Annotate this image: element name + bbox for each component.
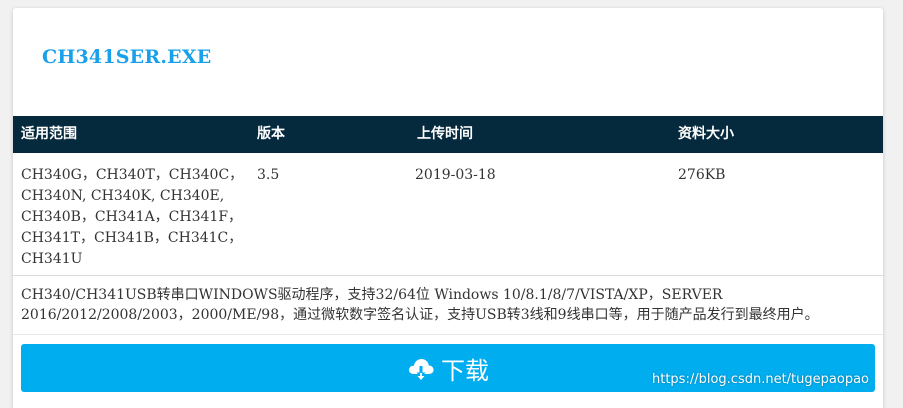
description-section: CH340/CH341USB转串口WINDOWS驱动程序，支持32/64位 Wi… — [13, 276, 883, 335]
cloud-download-icon — [407, 355, 435, 381]
download-label: 下载 — [441, 356, 489, 385]
watermark-url: https://blog.csdn.net/tugepaopao — [652, 372, 869, 387]
table-row: CH340G，CH340T，CH340C，CH340N, CH340K, CH3… — [13, 153, 883, 276]
cell-version: 3.5 — [257, 167, 280, 183]
cell-models: CH340G，CH340T，CH340C，CH340N, CH340K, CH3… — [21, 167, 244, 267]
cell-upload-date: 2019-03-18 — [415, 167, 496, 183]
file-title[interactable]: CH341SER.EXE — [42, 46, 211, 68]
header-upload-time: 上传时间 — [417, 126, 473, 142]
description-text: CH340/CH341USB转串口WINDOWS驱动程序，支持32/64位 Wi… — [21, 287, 819, 323]
header-scope: 适用范围 — [21, 126, 77, 142]
table-header: 适用范围 版本 上传时间 资料大小 — [13, 116, 883, 153]
header-version: 版本 — [257, 126, 285, 142]
cell-size: 276KB — [678, 167, 726, 183]
header-size: 资料大小 — [678, 126, 734, 142]
driver-card: CH341SER.EXE 适用范围 版本 上传时间 资料大小 CH340G，CH… — [13, 8, 883, 408]
